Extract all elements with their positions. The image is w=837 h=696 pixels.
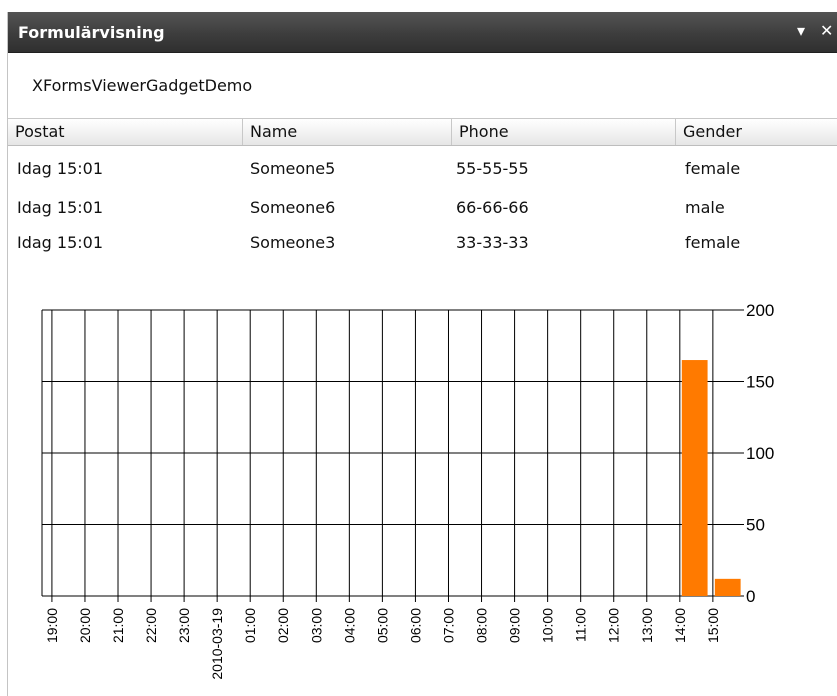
gadget-title: Formulärvisning	[18, 23, 165, 42]
x-tick-label: 01:00	[242, 608, 258, 643]
table-row[interactable]: Idag 15:01 Someone5 55-55-55 female	[8, 151, 837, 187]
y-tick-label: 0	[746, 587, 755, 606]
cell-name: Someone3	[250, 233, 336, 252]
cell-name: Someone6	[250, 198, 336, 217]
close-icon[interactable]: ✕	[820, 21, 833, 41]
column-header-postat[interactable]: Postat	[8, 119, 243, 145]
x-tick-label: 20:00	[77, 608, 93, 643]
x-tick-label: 14:00	[672, 608, 688, 643]
cell-gender: female	[685, 159, 741, 178]
x-tick-label: 07:00	[440, 608, 456, 643]
x-tick-label: 10:00	[540, 608, 556, 643]
x-tick-label: 22:00	[143, 608, 159, 643]
cell-postat: Idag 15:01	[17, 198, 104, 217]
y-tick-label: 200	[746, 301, 774, 320]
x-tick-label: 02:00	[275, 608, 291, 643]
cell-phone: 66-66-66	[456, 198, 529, 217]
x-tick-label: 09:00	[507, 608, 523, 643]
x-tick-label: 11:00	[573, 608, 589, 642]
x-tick-label: 13:00	[639, 608, 655, 643]
x-tick-label: 12:00	[606, 608, 622, 643]
x-tick-label: 06:00	[407, 608, 423, 643]
y-tick-label: 50	[746, 516, 765, 535]
column-header-phone[interactable]: Phone	[452, 119, 676, 145]
cell-gender: male	[685, 198, 725, 217]
gadget-titlebar: Formulärvisning ▾ ✕	[8, 12, 837, 53]
column-header-gender[interactable]: Gender	[676, 119, 837, 145]
bar-15:00	[714, 578, 741, 596]
page-top-strip	[0, 0, 837, 12]
y-tick-label: 150	[746, 373, 774, 392]
cell-phone: 33-33-33	[456, 233, 529, 252]
column-header-name[interactable]: Name	[243, 119, 452, 145]
form-name: XFormsViewerGadgetDemo	[32, 76, 253, 95]
submissions-bar-chart: 0 50 100 150 200 19:00 20:00 21:00 22:00 23:00 201…	[41, 301, 774, 680]
cell-phone: 55-55-55	[456, 159, 529, 178]
form-viewer-gadget: Formulärvisning ▾ ✕ XFormsViewerGadgetDe…	[7, 12, 837, 696]
cell-postat: Idag 15:01	[17, 233, 104, 252]
x-tick-label: 2010-03-19	[209, 608, 225, 680]
x-tick-label: 03:00	[308, 608, 324, 643]
table-row[interactable]: Idag 15:01 Someone3 33-33-33 female	[8, 225, 837, 261]
x-tick-label: 08:00	[474, 608, 490, 643]
cell-gender: female	[685, 233, 741, 252]
bar-14:00	[681, 360, 708, 596]
x-tick-label: 04:00	[341, 608, 357, 643]
table-row[interactable]: Idag 15:01 Someone6 66-66-66 male	[8, 190, 837, 226]
cell-name: Someone5	[250, 159, 336, 178]
x-tick-label: 23:00	[176, 608, 192, 643]
x-tick-label: 05:00	[374, 608, 390, 643]
dropdown-menu-icon[interactable]: ▾	[797, 21, 805, 41]
x-tick-label: 15:00	[705, 608, 721, 643]
table-header: Postat Name Phone Gender	[8, 118, 837, 146]
x-tick-label: 19:00	[44, 608, 60, 643]
x-tick-label: 21:00	[110, 608, 126, 643]
y-tick-label: 100	[746, 444, 774, 463]
cell-postat: Idag 15:01	[17, 159, 104, 178]
